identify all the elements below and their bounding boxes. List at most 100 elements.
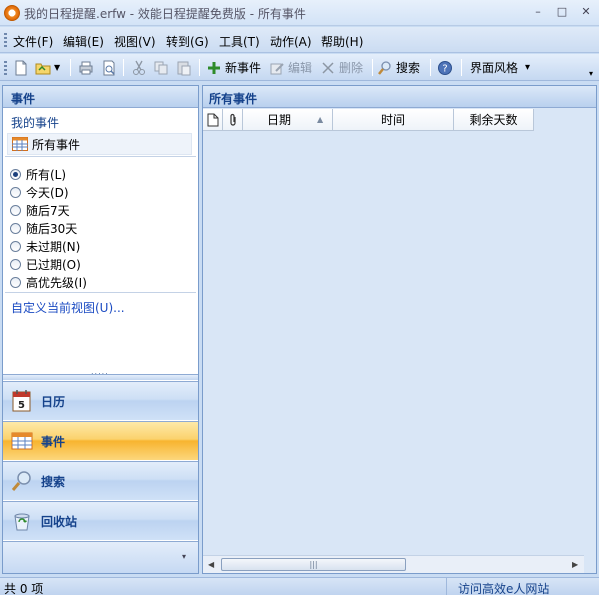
new-document-icon (15, 60, 27, 75)
column-date-label: 日期 (267, 113, 292, 127)
minimize-button[interactable]: – (528, 4, 548, 20)
pane-splitter[interactable] (3, 367, 198, 380)
search-icon (11, 471, 31, 491)
event-table-icon (12, 137, 28, 151)
toolbar-separator (430, 59, 431, 76)
customize-view-link[interactable]: 自定义当前视图(U)... (11, 299, 125, 316)
scroll-left-arrow-icon[interactable]: ◀ (208, 560, 214, 569)
radio-selected-icon[interactable] (10, 169, 21, 180)
filter-label: 所有(L) (26, 168, 67, 182)
column-date-header[interactable]: 日期 ▲ (243, 109, 333, 131)
filter-expired[interactable]: 已过期(O) (10, 256, 81, 273)
open-folder-button[interactable]: ▼ (35, 58, 60, 77)
nav-calendar-button[interactable]: 5 日历 (3, 381, 198, 420)
nav-recycle-bin-label: 回收站 (41, 514, 78, 529)
nav-recycle-bin-button[interactable]: 回收站 (3, 501, 198, 540)
nav-events-label: 事件 (41, 434, 66, 449)
radio-icon[interactable] (10, 187, 21, 198)
copy-button[interactable] (153, 58, 169, 77)
filter-next-30-days[interactable]: 随后30天 (10, 220, 77, 237)
filter-label: 随后7天 (26, 204, 70, 218)
calendar-icon: 5 (12, 390, 31, 412)
horizontal-scrollbar[interactable]: ◀ ||| ▶ (203, 555, 584, 573)
title-bar: 我的日程提醒.erfw - 效能日程提醒免费版 - 所有事件 – □ ✕ (0, 0, 599, 26)
column-remaining-days-header[interactable]: 剩余天数 (454, 109, 534, 131)
filter-today[interactable]: 今天(D) (10, 184, 69, 201)
menu-view[interactable]: 视图(V) (114, 33, 156, 50)
menu-edit[interactable]: 编辑(E) (63, 33, 104, 50)
nav-config-dropdown-icon[interactable]: ▾ (182, 552, 186, 561)
filter-not-expired[interactable]: 未过期(N) (10, 238, 80, 255)
radio-icon[interactable] (10, 259, 21, 270)
toolbar-separator (199, 59, 200, 76)
print-preview-icon (103, 60, 115, 75)
open-dropdown-icon[interactable]: ▼ (54, 63, 60, 72)
search-icon (378, 60, 391, 75)
divider (5, 156, 196, 157)
filter-label: 随后30天 (26, 222, 78, 236)
delete-label: 删除 (339, 61, 364, 75)
svg-text:?: ? (442, 63, 447, 74)
search-label: 搜索 (396, 61, 421, 75)
maximize-button[interactable]: □ (552, 4, 572, 20)
window-title: 我的日程提醒.erfw - 效能日程提醒免费版 - 所有事件 (24, 7, 306, 21)
new-document-button[interactable] (13, 58, 29, 77)
theme-label: 界面风格 (470, 61, 519, 75)
menu-file[interactable]: 文件(F) (13, 33, 53, 50)
event-list-icon (11, 432, 33, 450)
menu-grip-icon (4, 33, 7, 47)
app-icon (4, 5, 20, 21)
filter-all[interactable]: 所有(L) (10, 166, 66, 183)
view-item-all-events[interactable]: 所有事件 (7, 133, 192, 155)
delete-x-icon (322, 61, 334, 74)
toolbar-separator (70, 59, 71, 76)
help-icon: ? (438, 60, 452, 75)
sort-ascending-icon: ▲ (317, 115, 324, 124)
toolbar-separator (461, 59, 462, 76)
scroll-thumb[interactable]: ||| (221, 558, 406, 571)
new-event-button[interactable]: 新事件 (206, 58, 261, 77)
menu-tools[interactable]: 工具(T) (219, 33, 260, 50)
toolbar: ▼ 新事件 编辑 删除 搜索 ? 界面风格 ▾ ▾ (0, 54, 599, 81)
cut-button[interactable] (131, 58, 147, 77)
edit-label: 编辑 (288, 61, 313, 75)
radio-icon[interactable] (10, 205, 21, 216)
website-link[interactable]: 访问高效e人网站 (446, 578, 549, 595)
search-button[interactable]: 搜索 (377, 58, 420, 77)
close-button[interactable]: ✕ (576, 4, 596, 20)
radio-icon[interactable] (10, 241, 21, 252)
help-button[interactable]: ? (437, 58, 453, 77)
delete-button[interactable]: 删除 (320, 58, 363, 77)
menu-action[interactable]: 动作(A) (270, 33, 312, 50)
column-time-label: 时间 (380, 113, 405, 127)
filter-high-priority[interactable]: 高优先级(I) (10, 274, 87, 291)
radio-icon[interactable] (10, 223, 21, 234)
column-time-header[interactable]: 时间 (333, 109, 454, 131)
menu-bar: 文件(F) 编辑(E) 视图(V) 转到(G) 工具(T) 动作(A) 帮助(H… (0, 27, 599, 53)
view-item-label: 所有事件 (32, 137, 81, 152)
column-attachment-header[interactable] (223, 109, 243, 131)
nav-events-button[interactable]: 事件 (3, 421, 198, 460)
paste-button[interactable] (176, 58, 192, 77)
column-type-header[interactable] (203, 109, 223, 131)
pencil-icon (270, 62, 284, 74)
print-preview-button[interactable] (101, 58, 117, 77)
nav-search-button[interactable]: 搜索 (3, 461, 198, 500)
print-button[interactable] (78, 58, 94, 77)
toolbar-grip-icon (4, 61, 7, 75)
radio-icon[interactable] (10, 277, 21, 288)
my-events-label: 我的事件 (11, 116, 60, 130)
left-pane-header: 事件 (3, 86, 198, 108)
filter-next-7-days[interactable]: 随后7天 (10, 202, 70, 219)
recycle-bin-icon (14, 513, 30, 531)
menu-help[interactable]: 帮助(H) (321, 33, 363, 50)
scroll-right-arrow-icon[interactable]: ▶ (572, 560, 578, 569)
events-pane-header: 所有事件 (203, 86, 596, 108)
filter-label: 已过期(O) (26, 258, 81, 272)
divider (5, 292, 196, 293)
toolbar-overflow-icon[interactable]: ▾ (589, 69, 593, 78)
filter-label: 未过期(N) (26, 240, 81, 254)
edit-button[interactable]: 编辑 (269, 58, 312, 77)
menu-goto[interactable]: 转到(G) (166, 33, 209, 50)
theme-dropdown[interactable]: 界面风格 ▾ (470, 58, 530, 77)
